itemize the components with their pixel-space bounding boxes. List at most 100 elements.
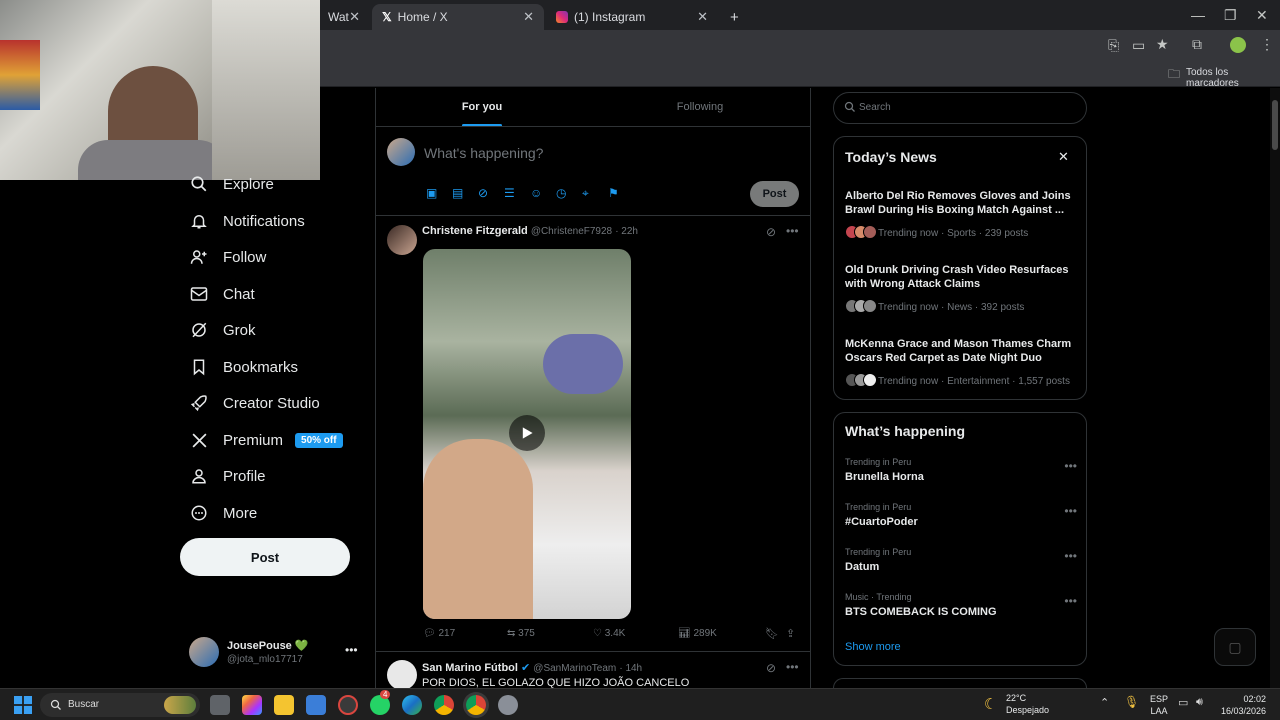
more-icon[interactable]: ••• xyxy=(1064,504,1077,518)
whatsapp-icon[interactable]: 4 xyxy=(370,690,391,715)
trend-item[interactable]: Trending in Peru #CuartoPoder ••• xyxy=(845,502,1077,542)
more-icon[interactable]: ••• xyxy=(345,643,358,657)
chrome-active-icon[interactable] xyxy=(466,695,486,715)
sidebar-item-premium[interactable]: Premium 50% off xyxy=(189,430,343,450)
menu-icon[interactable]: ⋮ xyxy=(1260,36,1274,53)
tab-following[interactable]: Following xyxy=(588,88,810,126)
close-icon[interactable]: ✕ xyxy=(349,9,360,25)
weather-widget[interactable]: 22°C Despejado xyxy=(1006,692,1049,716)
edge-icon[interactable] xyxy=(402,695,422,715)
volume-icon[interactable]: 🔊︎ xyxy=(1196,696,1203,709)
more-icon[interactable]: ••• xyxy=(1064,459,1077,473)
avatar[interactable] xyxy=(387,660,417,688)
avatar[interactable] xyxy=(387,225,417,255)
image-icon[interactable]: ▣ xyxy=(426,186,437,200)
grok-icon[interactable]: ⊘ xyxy=(766,225,776,239)
post[interactable]: Christene Fitzgerald @ChristeneF7928 · 2… xyxy=(376,216,810,652)
tab-home-x[interactable]: 𝕏 Home / X ✕ xyxy=(372,4,544,30)
settings-icon[interactable] xyxy=(498,695,518,715)
post-author[interactable]: San Marino Fútbol xyxy=(422,662,518,674)
grok-icon[interactable]: ⊘ xyxy=(766,661,776,675)
close-window-icon[interactable]: ✕ xyxy=(1256,7,1268,24)
poll-icon[interactable]: ☰ xyxy=(504,186,515,200)
new-tab-button[interactable]: + xyxy=(720,4,744,30)
news-item[interactable]: Old Drunk Driving Crash Video Resurfaces… xyxy=(845,263,1077,315)
sidebar-item-explore[interactable]: Explore xyxy=(189,174,274,194)
sidebar-item-follow[interactable]: Follow xyxy=(189,247,266,267)
sidebar-item-creator-studio[interactable]: Creator Studio xyxy=(189,393,320,413)
trend-item[interactable]: Trending in Peru Datum ••• xyxy=(845,547,1077,587)
network-icon[interactable]: ▭ xyxy=(1178,696,1188,709)
search-input[interactable]: Search xyxy=(833,92,1087,124)
account-switcher[interactable]: JousePouse 💚 @jota_mlo17717 ••• xyxy=(189,637,369,669)
repost-action[interactable]: ⇆ 375 xyxy=(507,628,535,639)
tab-for-you[interactable]: For you xyxy=(376,88,588,126)
app-icon[interactable] xyxy=(338,695,358,715)
post-video[interactable] xyxy=(423,249,631,619)
taskbar-search[interactable]: Buscar xyxy=(40,693,200,717)
trend-item[interactable]: Music · Trending BTS COMEBACK IS COMING … xyxy=(845,592,1077,632)
profile-avatar[interactable] xyxy=(1230,37,1246,53)
more-icon[interactable]: ••• xyxy=(1064,594,1077,608)
post-author[interactable]: Christene Fitzgerald xyxy=(422,225,528,237)
composer-post-button[interactable]: Post xyxy=(750,181,799,207)
news-item[interactable]: McKenna Grace and Mason Thames Charm Osc… xyxy=(845,337,1077,389)
extensions-icon[interactable]: ⧉ xyxy=(1192,36,1202,53)
schedule-icon[interactable]: ◷ xyxy=(556,186,566,200)
sidebar-item-chat[interactable]: Chat xyxy=(189,284,255,304)
show-more-link[interactable]: Show more xyxy=(845,641,901,653)
news-item[interactable]: Alberto Del Rio Removes Gloves and Joins… xyxy=(845,189,1077,241)
page-scrollbar[interactable] xyxy=(1270,88,1280,688)
file-explorer-icon[interactable] xyxy=(274,695,294,715)
share-icon[interactable]: ⇪ xyxy=(786,627,795,640)
minimize-icon[interactable]: — xyxy=(1191,7,1205,23)
grok-icon[interactable]: ⊘ xyxy=(478,186,488,200)
floating-chat-button[interactable]: ▢ xyxy=(1214,628,1256,666)
clock[interactable]: 02:02 16/03/2026 xyxy=(1218,693,1266,717)
like-action[interactable]: ♡ 3.4K xyxy=(593,628,625,639)
composer-input[interactable]: What's happening? xyxy=(424,145,543,161)
windows-start-icon[interactable] xyxy=(14,696,32,719)
cast-icon[interactable]: ▭ xyxy=(1132,37,1145,54)
star-icon[interactable]: ★ xyxy=(1156,36,1169,53)
tab-watch[interactable]: Watch L ✕ xyxy=(318,4,370,30)
gif-icon[interactable]: ▤ xyxy=(452,186,463,200)
notification-badge: 4 xyxy=(380,690,391,699)
close-icon[interactable]: ✕ xyxy=(697,9,708,25)
sidebar-item-notifications[interactable]: Notifications xyxy=(189,211,305,231)
flag-icon[interactable]: ⚑ xyxy=(608,186,619,200)
all-bookmarks-link[interactable]: Todos los marcadores xyxy=(1186,67,1280,89)
play-button[interactable] xyxy=(509,415,545,451)
chevron-up-icon[interactable]: ⌃ xyxy=(1100,696,1109,709)
reply-action[interactable]: 💬︎ 217 xyxy=(423,628,455,639)
post-button[interactable]: Post xyxy=(180,538,350,576)
location-icon[interactable]: ⌖ xyxy=(582,186,589,201)
tab-instagram[interactable]: (1) Instagram ✕ xyxy=(546,4,718,30)
store-icon[interactable] xyxy=(306,695,326,715)
scrollbar-thumb[interactable] xyxy=(1272,100,1278,150)
webcam-overlay xyxy=(0,0,320,180)
more-icon[interactable]: ••• xyxy=(786,224,799,238)
more-icon[interactable]: ••• xyxy=(786,660,799,674)
sidebar-item-more[interactable]: More xyxy=(189,503,257,523)
trend-name: #CuartoPoder xyxy=(845,516,918,528)
maximize-icon[interactable]: ❐ xyxy=(1224,7,1237,24)
language-indicator[interactable]: ESP LAA xyxy=(1150,693,1168,717)
more-icon[interactable]: ••• xyxy=(1064,549,1077,563)
sidebar-item-profile[interactable]: Profile xyxy=(189,466,266,486)
translate-icon[interactable]: ⎘ xyxy=(1108,37,1119,54)
sidebar-item-grok[interactable]: Grok xyxy=(189,320,256,340)
bookmark-icon[interactable]: 🔖︎ xyxy=(765,627,779,640)
trend-item[interactable]: Trending in Peru Brunella Horna ••• xyxy=(845,457,1077,497)
close-icon[interactable]: ✕ xyxy=(523,9,534,25)
views-action[interactable]: 📊︎ 289K xyxy=(678,628,717,639)
microphone-icon[interactable]: 🎙︎ xyxy=(1124,695,1139,709)
copilot-icon[interactable] xyxy=(242,695,262,715)
post[interactable]: San Marino Fútbol ✔ @SanMarinoTeam · 14h… xyxy=(376,652,810,688)
x-logo-icon xyxy=(189,430,209,450)
task-view-icon[interactable] xyxy=(210,695,230,715)
sidebar-item-bookmarks[interactable]: Bookmarks xyxy=(189,357,298,377)
close-icon[interactable]: ✕ xyxy=(1058,149,1069,165)
chrome-icon[interactable] xyxy=(434,695,454,715)
emoji-icon[interactable]: ☺ xyxy=(530,186,542,200)
